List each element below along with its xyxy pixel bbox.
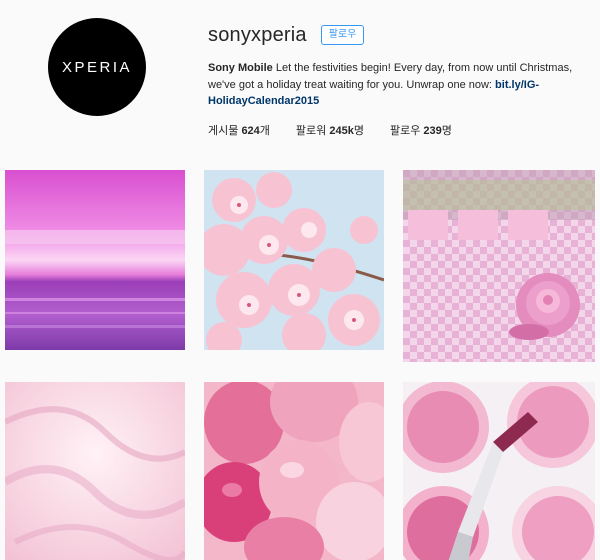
post-thumbnail-sunset[interactable]	[5, 170, 185, 350]
bio: Sony Mobile Let the festivities begin! E…	[208, 60, 588, 110]
stat-following-suffix: 명	[441, 124, 452, 137]
stat-followers-label: 팔로워	[295, 124, 327, 137]
post-thumbnail-rose[interactable]	[403, 170, 595, 362]
balloons-image	[204, 382, 384, 560]
stat-posts: 게시물 624개	[208, 122, 270, 138]
stat-following-label: 팔로우	[389, 124, 421, 137]
avatar-logo-text: XPERIA	[61, 58, 133, 76]
stat-followers-suffix: 명	[353, 124, 364, 137]
stats-row: 게시물 624개 팔로워 245k명 팔로우 239명	[208, 122, 588, 138]
full-name: Sony Mobile	[208, 62, 273, 74]
stat-following-count: 239	[423, 124, 442, 137]
follow-button[interactable]: 팔로우	[320, 25, 365, 45]
sunset-image	[5, 170, 185, 350]
avatar[interactable]: XPERIA	[48, 18, 146, 116]
stat-posts-label: 게시물	[208, 124, 239, 137]
stat-posts-count: 624	[241, 124, 260, 137]
makeup-image	[403, 382, 595, 560]
rose-image	[403, 170, 595, 362]
cream-image	[5, 382, 185, 560]
stat-following[interactable]: 팔로우 239명	[390, 122, 452, 138]
post-thumbnail-makeup[interactable]	[403, 382, 595, 560]
post-thumbnail-blossoms[interactable]	[204, 170, 384, 350]
stat-posts-suffix: 개	[259, 124, 270, 137]
stat-followers[interactable]: 팔로워 245k명	[296, 122, 364, 138]
profile-info: sonyxperia 팔로우 Sony Mobile Let the festi…	[208, 22, 588, 138]
post-thumbnail-balloons[interactable]	[204, 382, 384, 560]
post-thumbnail-cream[interactable]	[5, 382, 185, 560]
stat-followers-count: 245k	[329, 124, 354, 137]
profile-header: XPERIA sonyxperia 팔로우 Sony Mobile Let th…	[0, 0, 600, 150]
name-row: sonyxperia 팔로우	[208, 22, 588, 48]
username: sonyxperia	[208, 23, 307, 46]
blossoms-image	[204, 170, 384, 350]
